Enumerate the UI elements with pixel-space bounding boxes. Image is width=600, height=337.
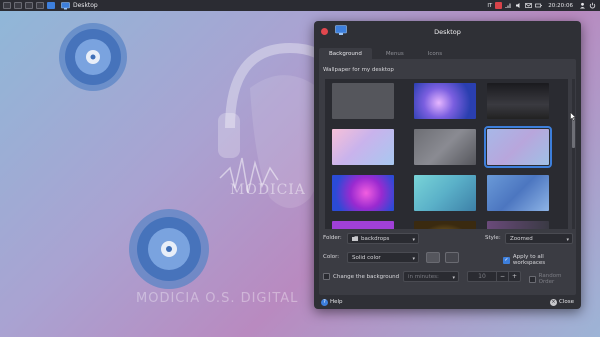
workspace-4[interactable]: [36, 2, 44, 9]
chevron-down-icon: ▾: [412, 256, 415, 262]
wallpaper-thumb[interactable]: [414, 175, 476, 211]
interval-unit-value: in minutes:: [408, 273, 439, 280]
style-label: Style:: [485, 235, 501, 241]
color-row: Color:: [323, 254, 339, 260]
panel-clock[interactable]: 20:20:06: [545, 3, 576, 9]
apply-all-label[interactable]: Apply to all workspaces: [513, 254, 576, 266]
workspace-3[interactable]: [25, 2, 33, 9]
random-order-label[interactable]: Random Order: [539, 273, 576, 285]
workspace-5[interactable]: [47, 2, 55, 9]
color-select[interactable]: Solid color ▾: [347, 252, 419, 263]
interval-value[interactable]: 10: [468, 273, 496, 280]
wallpaper-thumb[interactable]: [487, 221, 549, 229]
help-button[interactable]: ? Help: [321, 298, 343, 306]
notification-icon[interactable]: [495, 2, 503, 9]
network-icon[interactable]: [505, 2, 512, 9]
mail-icon[interactable]: [525, 2, 533, 9]
wallpaper-thumb[interactable]: [414, 221, 476, 229]
secondary-color-button[interactable]: [445, 252, 459, 263]
wallpaper-thumb[interactable]: [332, 83, 394, 119]
taskbar-app-label: Desktop: [73, 2, 98, 9]
change-bg-checkbox[interactable]: [323, 273, 330, 280]
chevron-down-icon: ▾: [452, 275, 455, 281]
volume-icon[interactable]: [515, 2, 522, 9]
power-icon[interactable]: [589, 2, 596, 9]
dialog-button-bar: ? Help × Close: [314, 295, 581, 309]
interval-unit-select[interactable]: in minutes: ▾: [403, 271, 459, 282]
wallpaper-thumb[interactable]: [414, 83, 476, 119]
random-order-checkbox[interactable]: [529, 275, 536, 283]
desktop-app-icon: [61, 1, 70, 9]
chevron-down-icon: ▾: [566, 237, 569, 243]
style-select[interactable]: Zoomed ▾: [505, 233, 573, 244]
wallpaper-caption: Wallpaper for my desktop: [323, 67, 394, 73]
increment-button[interactable]: +: [508, 272, 520, 281]
close-label: Close: [559, 299, 574, 305]
workspace-1[interactable]: [3, 2, 11, 9]
color-label: Color:: [323, 254, 340, 260]
dialog-titlebar[interactable]: Desktop: [314, 21, 581, 42]
user-icon[interactable]: [579, 2, 586, 9]
speaker-art-top: [58, 22, 128, 92]
interval-stepper[interactable]: 10 − +: [467, 271, 521, 282]
keyboard-layout[interactable]: IT: [487, 3, 492, 9]
wallpaper-thumb[interactable]: [414, 129, 476, 165]
random-order-row: Random Order: [529, 273, 576, 285]
desktop-settings-icon: [335, 25, 347, 35]
dialog-tabs: Background Menus Icons: [319, 48, 452, 59]
decrement-button[interactable]: −: [496, 272, 508, 281]
help-label: Help: [330, 299, 343, 305]
wallpaper-thumb[interactable]: [487, 83, 549, 119]
wallpaper-brand-text: MODICIA: [230, 182, 306, 198]
folder-row: Folder:: [323, 235, 342, 241]
tab-icons[interactable]: Icons: [418, 48, 452, 59]
battery-icon[interactable]: [535, 2, 543, 9]
wallpaper-brand-footer: MODICIA O.S. DIGITAL: [136, 291, 299, 306]
tab-menus[interactable]: Menus: [376, 48, 414, 59]
wallpaper-grid: [325, 79, 568, 229]
system-tray: IT 20:20:06: [487, 2, 600, 9]
wallpaper-thumb[interactable]: [332, 221, 394, 229]
wallpaper-scrollbar-track[interactable]: [572, 79, 575, 229]
wallpaper-thumb[interactable]: [487, 175, 549, 211]
help-icon: ?: [321, 298, 328, 306]
window-close-icon[interactable]: [321, 28, 328, 35]
folder-label: Folder:: [323, 235, 342, 241]
wallpaper-thumb-selected[interactable]: [484, 126, 552, 168]
change-bg-row: Change the background: [323, 273, 399, 280]
style-value: Zoomed: [510, 235, 533, 242]
apply-all-checkbox[interactable]: ✓: [503, 256, 510, 264]
desktop-settings-dialog: Desktop Background Menus Icons Wallpaper…: [314, 21, 581, 309]
taskbar-app-desktop[interactable]: Desktop: [61, 1, 98, 10]
wallpaper-thumb[interactable]: [332, 175, 394, 211]
mouse-cursor-icon: [570, 112, 576, 121]
workspace-switcher: [0, 2, 55, 9]
apply-all-row: ✓ Apply to all workspaces: [503, 254, 576, 266]
tab-background[interactable]: Background: [319, 48, 372, 59]
folder-icon: [352, 236, 358, 241]
dialog-title: Desktop: [434, 27, 461, 36]
top-panel: Desktop IT 20:20:06: [0, 0, 600, 11]
workspace-2[interactable]: [14, 2, 22, 9]
folder-value: backdrops: [361, 235, 390, 242]
wallpaper-thumb[interactable]: [332, 129, 394, 165]
speaker-art-bottom: [128, 208, 210, 290]
close-button[interactable]: × Close: [550, 298, 574, 306]
background-tab-panel: Wallpaper for my desktop Folder: backdro…: [319, 59, 576, 295]
folder-select[interactable]: backdrops ▾: [347, 233, 419, 244]
change-bg-label[interactable]: Change the background: [333, 274, 399, 280]
color-value: Solid color: [352, 254, 381, 261]
style-row: Style:: [485, 235, 501, 241]
chevron-down-icon: ▾: [412, 237, 415, 243]
primary-color-button[interactable]: [426, 252, 440, 263]
close-icon: ×: [550, 298, 558, 306]
